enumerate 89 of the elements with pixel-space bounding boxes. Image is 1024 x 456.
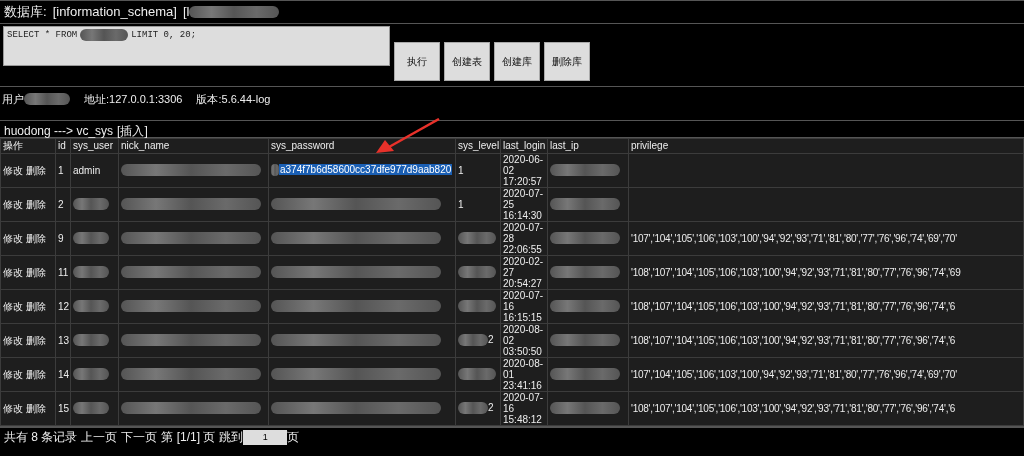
- table-cell: '108','107','104','105','106','103','100','94','92','93','71','81','80','77','76','96','74','6: [628, 323, 1024, 358]
- create-database-button[interactable]: 创建库: [494, 42, 540, 81]
- blurred-redaction: [550, 231, 620, 244]
- delete-link[interactable]: 删除: [25, 301, 46, 312]
- blurred-redaction: [550, 333, 620, 346]
- blurred-redaction: [73, 231, 109, 244]
- table-cell: 2020-07-28 22:06:55: [500, 221, 548, 256]
- sql-query-field[interactable]: SELECT * FROM LIMIT 0, 20;: [3, 26, 390, 66]
- password-hash: a374f7b6d58600cc37dfe977d9aab820: [279, 164, 453, 175]
- page-number-field[interactable]: 1: [243, 429, 288, 445]
- table-cell: 2020-06-02 17:20:57: [500, 153, 548, 188]
- blurred-redaction: [458, 333, 488, 346]
- page-indicator: 第 [1/1] 页: [161, 429, 216, 446]
- blurred-redaction: [73, 367, 109, 380]
- table-cell: 1: [455, 187, 501, 222]
- table-cell: 1: [455, 153, 501, 188]
- table-cell: 2: [488, 334, 494, 345]
- table-cell: 2020-07-16 16:15:15: [500, 289, 548, 324]
- edit-link[interactable]: 修改: [3, 165, 23, 176]
- table-path: huodong ---> vc_sys: [4, 123, 114, 136]
- blurred-redaction: [271, 163, 279, 176]
- edit-link[interactable]: 修改: [3, 267, 23, 278]
- jump-label: 跳到: [219, 429, 244, 446]
- blurred-redaction: [73, 333, 109, 346]
- table-cell: 2: [488, 402, 494, 413]
- table-cell: 2020-08-01 23:41:16: [500, 357, 548, 392]
- user-label: 用户: [2, 92, 24, 107]
- delete-link[interactable]: 删除: [25, 403, 46, 414]
- create-table-button[interactable]: 创建表: [444, 42, 490, 81]
- blurred-redaction: [550, 401, 620, 414]
- column-header: sys_password: [268, 138, 456, 154]
- column-header: 操作: [0, 138, 56, 154]
- record-count: 共有 8 条记录: [4, 429, 78, 446]
- blurred-redaction: [458, 231, 496, 244]
- execute-button[interactable]: 执行: [394, 42, 440, 81]
- prev-page-link[interactable]: 上一页: [81, 428, 118, 446]
- delete-link[interactable]: 删除: [25, 335, 46, 346]
- table-cell: 2020-02-27 20:54:27: [500, 255, 548, 290]
- table-cell: admin: [70, 153, 119, 188]
- insert-link[interactable]: [插入]: [117, 122, 148, 136]
- table-cell: 2020-08-02 03:50:50: [500, 323, 548, 358]
- blurred-redaction: [550, 163, 620, 176]
- table-cell: 2020-07-16 15:48:12: [500, 391, 548, 426]
- edit-link[interactable]: 修改: [3, 199, 23, 210]
- edit-link[interactable]: 修改: [3, 301, 23, 312]
- delete-link[interactable]: 删除: [25, 233, 46, 244]
- table-cell: '107','104','105','106','103','100','94','92','93','71','81','80','77','76','96','74','69','70': [628, 357, 1024, 392]
- blurred-redaction: [73, 197, 109, 210]
- blurred-redaction: [550, 299, 620, 312]
- edit-link[interactable]: 修改: [3, 335, 23, 346]
- blurred-redaction: [73, 299, 109, 312]
- blurred-redaction: [458, 367, 496, 380]
- database-label: 数据库:: [4, 3, 47, 22]
- column-header: last_login: [500, 138, 548, 154]
- column-header: nick_name: [118, 138, 269, 154]
- edit-link[interactable]: 修改: [3, 233, 23, 244]
- table-cell: '108','107','104','105','106','103','100','94','92','93','71','81','80','77','76','96','74','6: [628, 289, 1024, 324]
- page-suffix: 页: [287, 429, 300, 446]
- edit-link[interactable]: 修改: [3, 369, 23, 380]
- blurred-redaction: [458, 401, 488, 414]
- blurred-redaction: [458, 299, 496, 312]
- server-version: 版本:5.6.44-log: [196, 92, 271, 107]
- annotation-arrow: [375, 118, 441, 154]
- blurred-redaction: [73, 401, 109, 414]
- delete-link[interactable]: 删除: [25, 369, 46, 380]
- blurred-redaction: [80, 29, 129, 41]
- blurred-redaction: [458, 265, 496, 278]
- delete-link[interactable]: 删除: [25, 165, 46, 176]
- edit-link[interactable]: 修改: [3, 403, 23, 414]
- delete-link[interactable]: 删除: [25, 267, 46, 278]
- column-header: last_ip: [547, 138, 629, 154]
- drop-database-button[interactable]: 删除库: [544, 42, 590, 81]
- table-cell: '108','107','104','105','106','103','100','94','92','93','71','81','80','77','76','96','74','69: [628, 255, 1024, 290]
- database-link[interactable]: [l: [182, 2, 190, 22]
- table-cell: '108','107','104','105','106','103','100','94','92','93','71','81','80','77','76','96','74','6: [628, 391, 1024, 426]
- database-link[interactable]: [information_schema]: [52, 2, 177, 22]
- blurred-redaction: [24, 93, 70, 106]
- blurred-redaction: [550, 367, 620, 380]
- blurred-redaction: [73, 265, 109, 278]
- server-address: 地址:127.0.0.1:3306: [84, 92, 183, 107]
- column-header: sys_user: [70, 138, 119, 154]
- column-header: sys_level: [455, 138, 501, 154]
- table-cell: '107','104','105','106','103','100','94','92','93','71','81','80','77','76','96','74','69','70': [628, 221, 1024, 256]
- delete-link[interactable]: 删除: [25, 199, 46, 210]
- table-cell: 2020-07-25 16:14:30: [500, 187, 548, 222]
- blurred-redaction: [550, 197, 620, 210]
- column-header: privilege: [628, 138, 1024, 154]
- next-page-link[interactable]: 下一页: [121, 428, 158, 446]
- blurred-redaction: [550, 265, 620, 278]
